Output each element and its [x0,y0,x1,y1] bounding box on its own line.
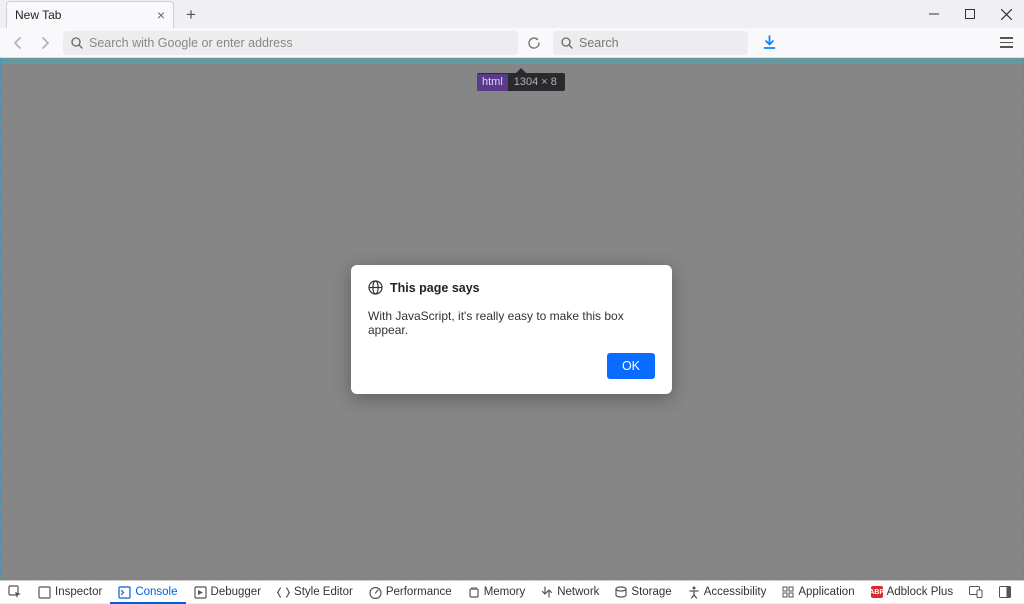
element-picker-button[interactable] [0,581,30,604]
search-input[interactable] [579,36,740,50]
app-menu-button[interactable] [994,31,1018,55]
search-icon [71,37,83,49]
style-editor-label: Style Editor [294,586,353,598]
navigation-toolbar [0,28,1024,58]
console-label: Console [135,586,177,598]
inspector-tab[interactable]: Inspector [30,581,110,604]
dialog-actions: OK [368,353,655,379]
inspector-tooltip: html 1304 × 8 [477,73,565,91]
storage-tab[interactable]: Storage [607,581,679,604]
alert-dialog: This page says With JavaScript, it's rea… [351,265,672,394]
inspector-label: Inspector [55,586,102,598]
tooltip-tag: html [477,74,508,91]
globe-icon [368,280,383,295]
adblock-plus-tab[interactable]: ABP Adblock Plus [863,581,961,604]
tab-title: New Tab [15,8,61,22]
search-bar[interactable] [553,31,748,55]
responsive-design-button[interactable] [961,581,991,604]
debugger-label: Debugger [211,586,262,598]
application-label: Application [798,586,854,598]
close-window-button[interactable] [988,0,1024,28]
accessibility-label: Accessibility [704,586,767,598]
accessibility-tab[interactable]: Accessibility [680,581,775,604]
forward-button[interactable] [33,31,57,55]
maximize-button[interactable] [952,0,988,28]
minimize-button[interactable] [916,0,952,28]
adblock-plus-label: Adblock Plus [887,586,953,598]
search-icon [561,37,573,49]
inspector-highlight [0,58,1024,64]
dialog-header: This page says [368,280,655,295]
downloads-button[interactable] [757,31,781,55]
window-controls [916,0,1024,28]
back-button[interactable] [6,31,30,55]
network-label: Network [557,586,599,598]
performance-label: Performance [386,586,452,598]
style-editor-tab[interactable]: Style Editor [269,581,361,604]
url-input[interactable] [89,36,510,50]
tab-strip: New Tab × + [0,0,1024,28]
dialog-message: With JavaScript, it's really easy to mak… [368,309,655,337]
reload-button[interactable] [521,31,547,55]
storage-label: Storage [631,586,671,598]
console-tab[interactable]: Console [110,581,185,604]
dialog-title: This page says [390,281,480,295]
performance-tab[interactable]: Performance [361,581,460,604]
debugger-tab[interactable]: Debugger [186,581,270,604]
network-tab[interactable]: Network [533,581,607,604]
application-tab[interactable]: Application [774,581,862,604]
browser-tab[interactable]: New Tab × [6,1,174,28]
url-bar[interactable] [63,31,518,55]
devtools-more-button[interactable]: ••• [1019,581,1024,604]
abp-icon: ABP [871,586,883,598]
memory-label: Memory [484,586,526,598]
new-tab-button[interactable]: + [178,2,204,28]
close-tab-icon[interactable]: × [157,8,165,22]
devtools-toolbar: Inspector Console Debugger Style Editor … [0,580,1024,603]
dock-side-button[interactable] [991,581,1019,604]
devtools-right-controls: ••• [961,581,1024,604]
ok-button[interactable]: OK [607,353,655,379]
memory-tab[interactable]: Memory [460,581,534,604]
tooltip-dimensions: 1304 × 8 [514,76,557,88]
